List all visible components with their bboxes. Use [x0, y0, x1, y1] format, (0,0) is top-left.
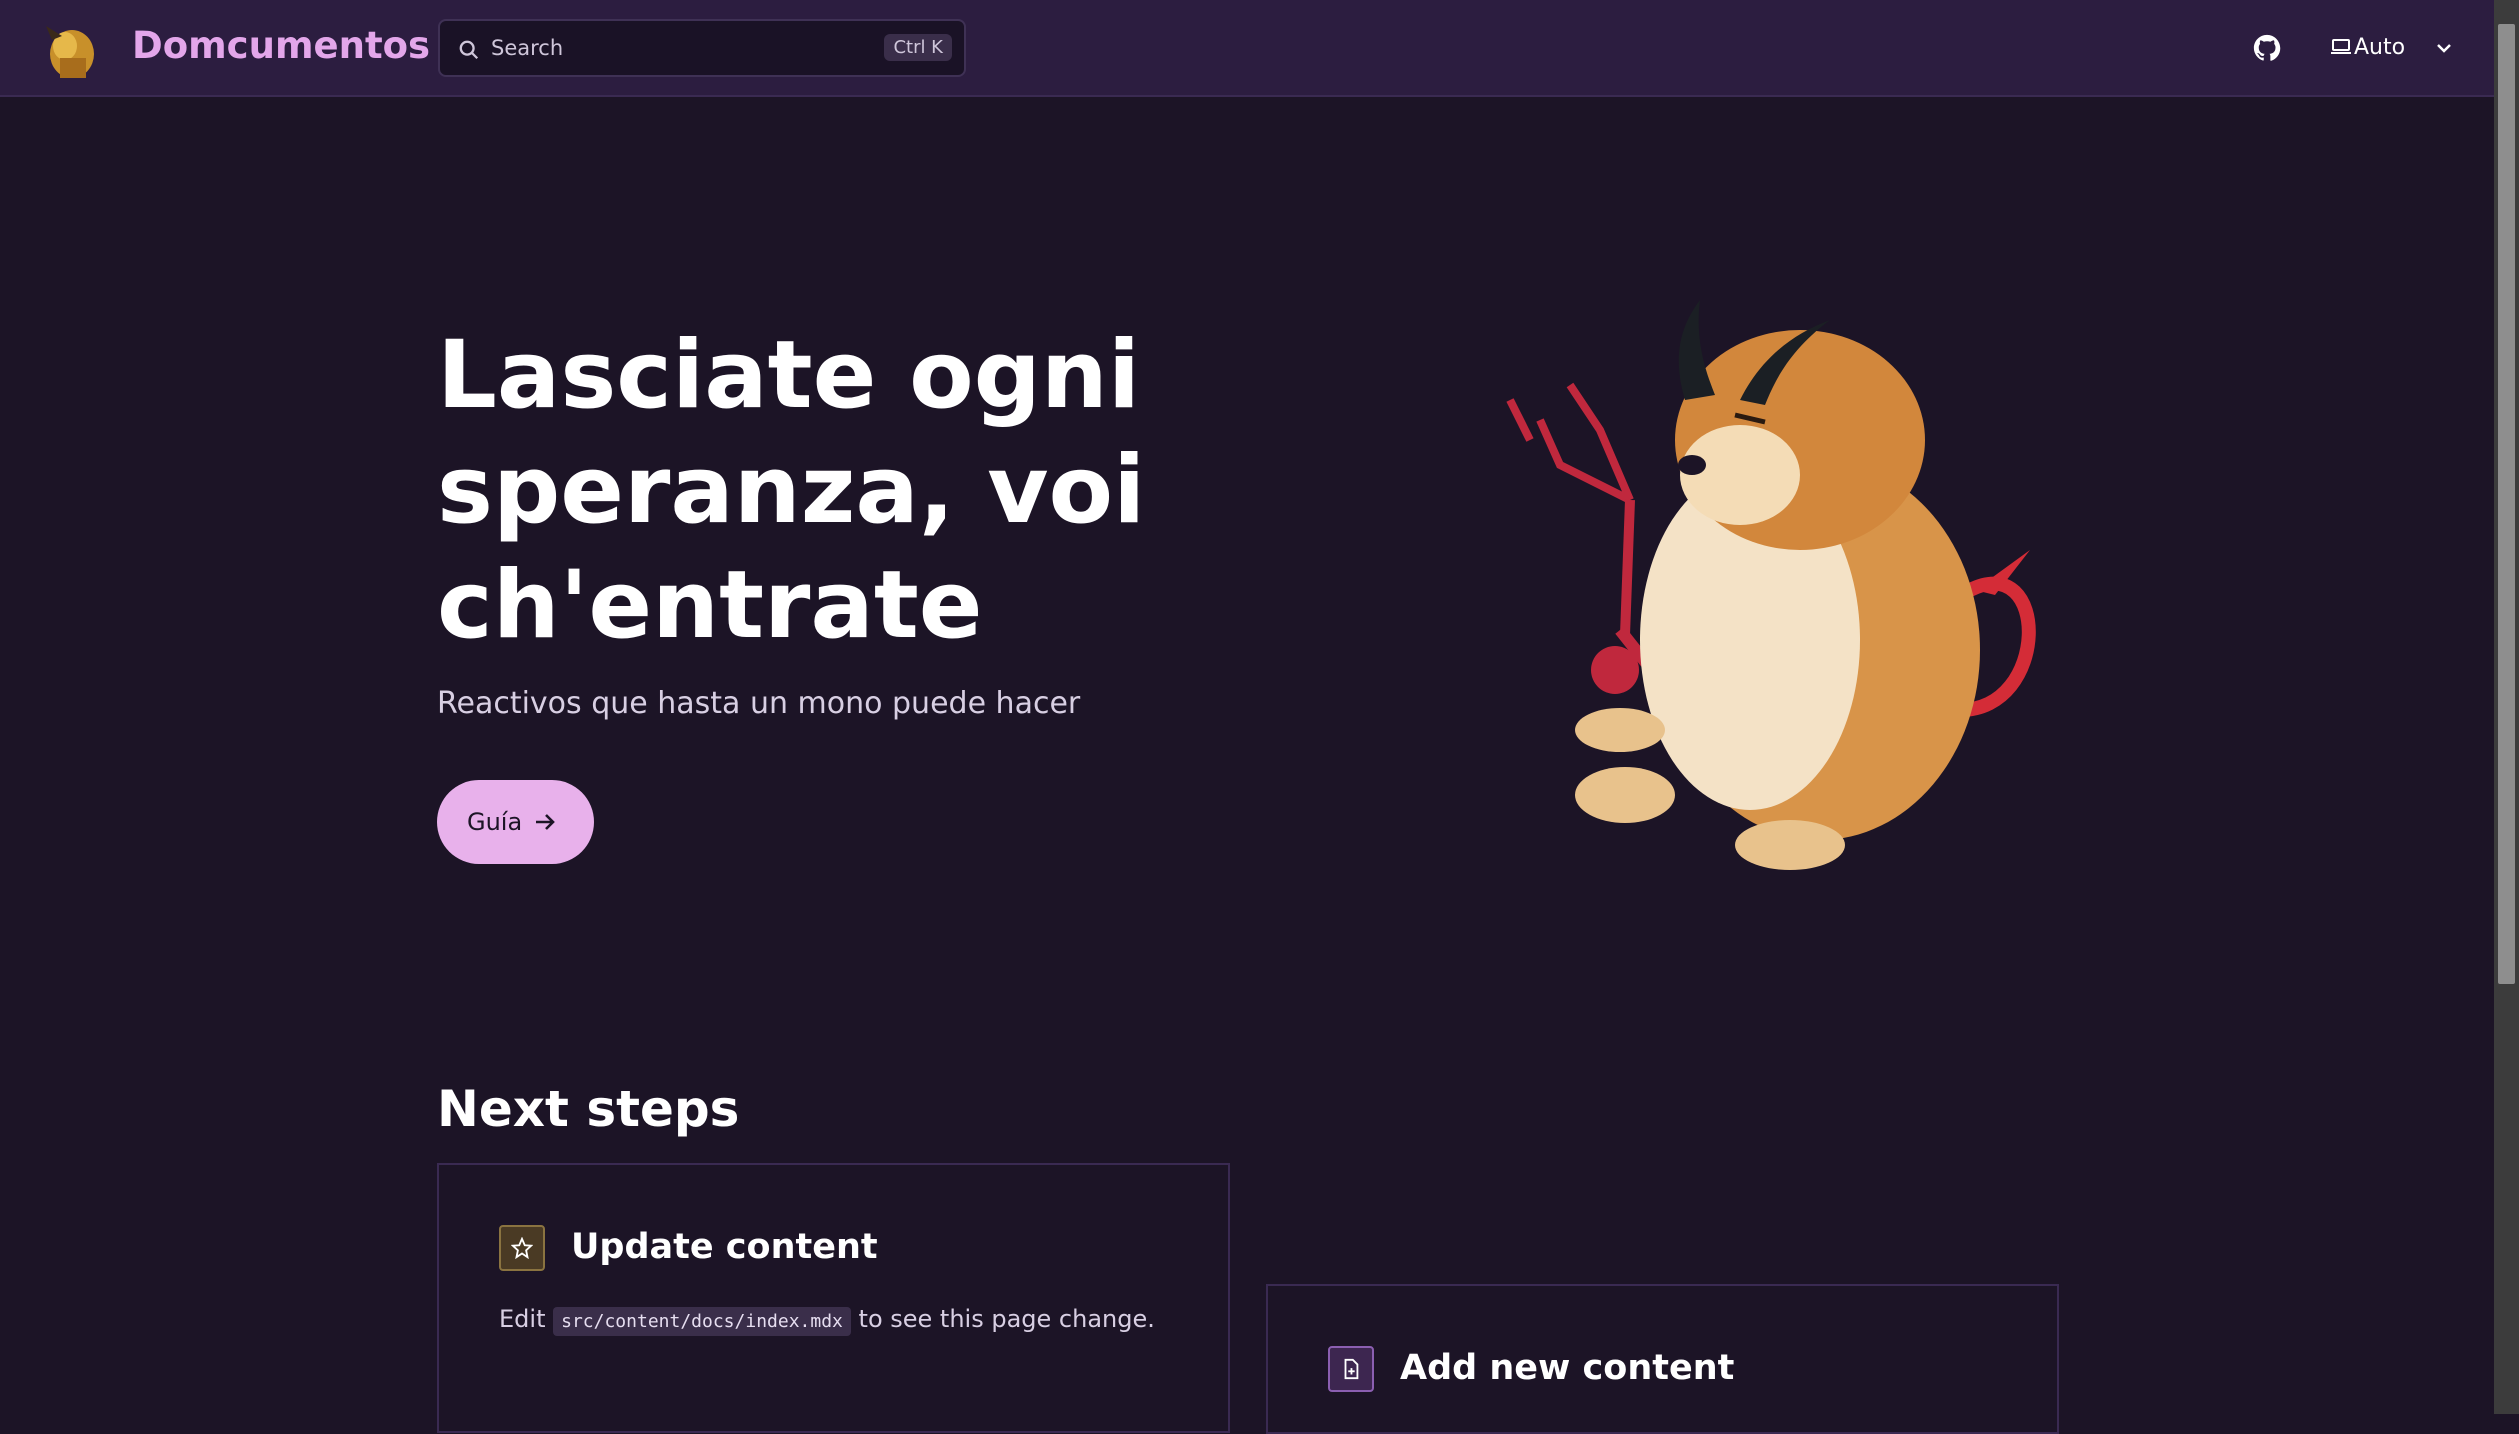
card-body-prefix: Edit [499, 1305, 546, 1333]
hero-illustration [1506, 300, 2036, 870]
top-navigation-bar: Domcumentos Search Ctrl K Auto [0, 0, 2494, 97]
logo-icon[interactable] [32, 18, 102, 80]
hero-tagline: Reactivos que hasta un mono puede hacer [437, 686, 1081, 721]
card-body: Edit src/content/docs/index.mdx to see t… [499, 1305, 1155, 1336]
search-placeholder: Search [491, 36, 564, 60]
guide-button-label: Guía [467, 808, 523, 836]
theme-select-value: Auto [2354, 35, 2406, 60]
chevron-down-icon [2437, 44, 2451, 53]
page-scrollbar[interactable] [2494, 0, 2519, 1414]
search-input[interactable]: Search Ctrl K [438, 19, 966, 77]
scrollbar-thumb[interactable] [2498, 24, 2515, 984]
laptop-icon [2331, 39, 2351, 54]
site-title[interactable]: Domcumentos [132, 24, 430, 67]
github-icon[interactable] [2252, 33, 2282, 63]
hero-title: Lasciate ogni speranza, voi ch'entrate [437, 321, 1146, 660]
search-icon [459, 40, 479, 60]
card-title: Update content [571, 1227, 878, 1267]
card-body-suffix: to see this page change. [858, 1305, 1155, 1333]
update-content-card: Update content Edit src/content/docs/ind… [437, 1163, 1230, 1433]
star-icon [499, 1225, 545, 1271]
search-shortcut: Ctrl K [884, 34, 952, 61]
card-title: Add new content [1400, 1348, 1735, 1388]
add-new-content-card: Add new content [1266, 1284, 2059, 1434]
next-steps-heading: Next steps [437, 1080, 740, 1138]
guide-button[interactable]: Guía [437, 780, 594, 864]
file-path-code: src/content/docs/index.mdx [553, 1307, 851, 1336]
arrow-right-icon [536, 814, 555, 830]
theme-select[interactable]: Auto [2324, 28, 2464, 68]
document-add-icon [1328, 1346, 1374, 1392]
